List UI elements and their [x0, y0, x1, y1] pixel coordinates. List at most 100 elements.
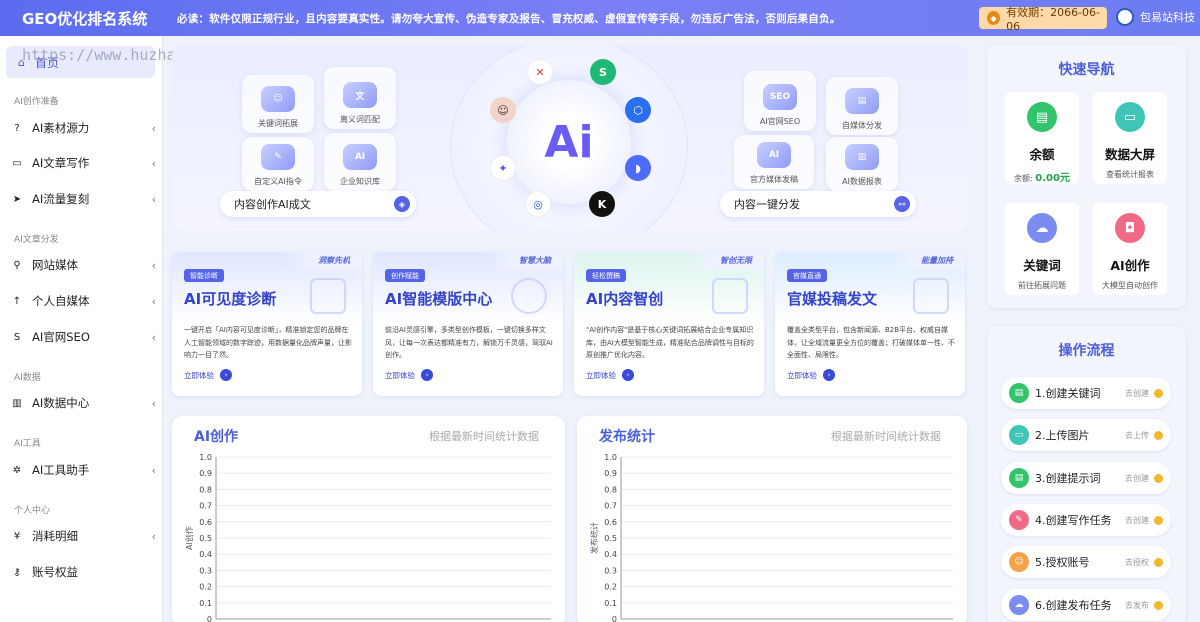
partner-logo-icon: ◎ — [525, 191, 551, 217]
card-ai-seo[interactable]: SEO AI官网SEO — [744, 71, 816, 131]
card-synonym-match[interactable]: 文离义词匹配 — [324, 67, 396, 129]
cloud-icon: ☁ — [1009, 595, 1029, 615]
sidebar-item-consumption[interactable]: ¥ 消耗明细 ‹ — [10, 525, 156, 547]
partner-logo-icon: ✦ — [490, 155, 516, 181]
step-create-keyword[interactable]: ▤ 1.创建关键词 去创建 — [1001, 377, 1171, 409]
ai-icon: AI — [343, 144, 377, 170]
sidebar-item-label: AI流量复刻 — [32, 192, 90, 206]
step-create-writing[interactable]: ✎ 4.创建写作任务 去创建 — [1001, 504, 1171, 536]
tile-sub: 大模型自动创作 — [1102, 281, 1158, 290]
tile-sub: 余额: 0.00元 — [1014, 169, 1070, 184]
card-label: 自媒体分发 — [842, 121, 882, 130]
sidebar-item-material[interactable]: ? AI素材源力 ‹ — [10, 117, 156, 139]
feature-card-content[interactable]: 轻松撰稿 智创无限 AI内容智创 "AI创作内容"是基于核心关键词拓展结合企业专… — [574, 252, 764, 396]
try-now-link[interactable]: 立即体验 › — [385, 369, 433, 381]
dot-icon — [1154, 515, 1163, 525]
sidebar-item-self-media[interactable]: ↑ 个人自媒体 ‹ — [10, 290, 156, 312]
card-ribbon: 洞察先机 — [284, 252, 362, 270]
sidebar-item-seo[interactable]: S AI官网SEO ‹ — [10, 326, 156, 348]
tile-keyword[interactable]: ☁ 关键词 前往拓展问题 — [1005, 203, 1079, 295]
pill-distribute[interactable]: 内容一键分发 ⚯ — [720, 191, 916, 217]
y-tick-label: 0 — [612, 615, 617, 622]
chevron-left-icon: ‹ — [151, 330, 156, 344]
y-axis-label: 发布统计 — [589, 522, 599, 554]
card-title: 官媒投稿发文 — [787, 290, 878, 308]
card-desc: 覆盖全类型平台，包含新闻源、B2B平台、权威自媒体，让全域流量更全方位的覆盖；打… — [787, 326, 955, 359]
user-menu[interactable]: 包易站科技 — [1116, 8, 1195, 26]
bag-icon: ◘ — [1115, 213, 1145, 243]
step-label: 2.上传图片 — [1035, 429, 1090, 442]
tile-ai-create[interactable]: ◘ AI创作 大模型自动创作 — [1093, 203, 1167, 295]
tile-name: 数据大屏 — [1104, 147, 1155, 162]
card-label: AI官网SEO — [759, 117, 801, 126]
card-keyword-expand[interactable]: ☺ 关键词拓展 — [242, 75, 314, 133]
step-action: 去创建 — [1125, 388, 1149, 398]
notice-text: 必读：软件仅限正规行业，且内容要真实性。请勿夸大宣传、伪造专家及报告、冒充权威、… — [177, 12, 841, 25]
step-action: 去创建 — [1125, 515, 1149, 525]
step-upload-image[interactable]: ▭ 2.上传图片 去上传 — [1001, 419, 1171, 451]
seo-icon: S — [13, 331, 21, 343]
y-tick-label: 0.6 — [604, 518, 617, 527]
dot-icon — [1154, 473, 1163, 483]
step-action: 去上传 — [1125, 430, 1149, 440]
step-label: 6.创建发布任务 — [1035, 599, 1112, 612]
network-icon — [913, 278, 949, 314]
card-ai-report[interactable]: ▥ AI数据报表 — [826, 137, 898, 191]
card-tag: 智能诊断 — [184, 269, 224, 282]
sidebar-item-data-center[interactable]: ▥ AI数据中心 ‹ — [10, 392, 156, 414]
panel-title: 快速导航 — [1058, 62, 1115, 78]
sidebar-item-label: AI素材源力 — [32, 121, 90, 135]
sidebar-item-tools[interactable]: ✲ AI工具助手 ‹ — [10, 459, 156, 481]
card-self-media[interactable]: ▤ 自媒体分发 — [826, 77, 898, 135]
sidebar-item-article[interactable]: ▭ AI文章写作 ‹ — [10, 152, 156, 174]
step-create-prompt[interactable]: ▤ 3.创建提示词 去创建 — [1001, 462, 1171, 494]
y-tick-label: 0.9 — [199, 469, 212, 478]
y-tick-label: 0.5 — [604, 534, 617, 543]
try-now-link[interactable]: 立即体验 › — [787, 369, 835, 381]
try-now-link[interactable]: 立即体验 › — [586, 369, 634, 381]
y-tick-label: 0.3 — [604, 566, 617, 575]
pill-content-create[interactable]: 内容创作AI成文 ◈ — [220, 191, 416, 217]
tile-balance[interactable]: ▤ 余额 余额: 0.00元 — [1005, 92, 1079, 184]
y-tick-label: 0.2 — [199, 583, 212, 592]
partner-logo-icon: K — [589, 191, 615, 217]
step-label: 5.授权账号 — [1035, 556, 1090, 569]
chart-ai-create: 0 0.1 0.2 0.3 0.4 0.5 0.6 0.7 0.8 0.9 1.0 AI创作 — [184, 453, 551, 622]
pill-label: 内容创作AI成文 — [234, 198, 311, 211]
card-tag: 官媒直通 — [787, 269, 827, 282]
card-ribbon: 智创无限 — [686, 252, 764, 270]
feature-card-visibility[interactable]: 智能诊断 洞察先机 AI可见度诊断 一键开启「AI内容可见度诊断」，精准锁定您的… — [172, 252, 362, 396]
sidebar-item-traffic[interactable]: ➤ AI流量复刻 ‹ — [10, 188, 156, 210]
monitor-icon: ▭ — [1115, 102, 1145, 132]
y-tick-label: 0.8 — [199, 485, 212, 494]
hero-banner: ☺ 关键词拓展 文离义词匹配 ✎ 自定义AI指令 AI 企业知识库 内容创作AI成文 ◈… — [172, 45, 968, 231]
step-action: 去创建 — [1125, 473, 1149, 483]
arrow-right-icon: › — [421, 369, 433, 381]
chart-publish: 0 0.1 0.2 0.3 0.4 0.5 0.6 0.7 0.8 0.9 1.0 发布统计 — [589, 453, 953, 622]
card-official-media[interactable]: AI 官方媒体发稿 — [734, 135, 814, 189]
chart-card-ai-create: AI创作 根据最新时间统计数据 0 0.1 0.2 0.3 0.4 0.5 0.6 0.7 0.… — [172, 416, 565, 622]
sidebar-item-account[interactable]: ⚷ 账号权益 — [10, 561, 156, 583]
sidebar-item-label: AI官网SEO — [32, 330, 90, 344]
tile-dashboard[interactable]: ▭ 数据大屏 查看统计报表 — [1093, 92, 1167, 184]
user-icon: ☺ — [1009, 552, 1029, 572]
yen-icon: ¥ — [13, 530, 21, 542]
feature-card-media[interactable]: 官媒直通 能量加持 官媒投稿发文 覆盖全类型平台，包含新闻源、B2B平台、权威自… — [775, 252, 965, 396]
card-custom-ai[interactable]: ✎ 自定义AI指令 — [242, 137, 314, 191]
card-desc: "AI创作内容"是基于核心关键词拓展结合企业专属知识库，由AI大模型智能生成，精… — [586, 326, 754, 359]
partner-logo-icon: ✕ — [527, 59, 553, 85]
tile-sub: 前往拓展问题 — [1018, 281, 1066, 290]
try-now-link[interactable]: 立即体验 › — [184, 369, 232, 381]
step-create-publish[interactable]: ☁ 6.创建发布任务 去发布 — [1001, 589, 1171, 621]
y-axis-label: AI创作 — [184, 526, 194, 550]
sidebar-item-site-media[interactable]: ⚲ 网站媒体 ‹ — [10, 254, 156, 276]
feature-card-template[interactable]: 创作赋能 智慧大脑 AI智能模版中心 前沿AI灵感引擎，多类型创作模板，一键切换… — [373, 252, 563, 396]
step-authorize[interactable]: ☺ 5.授权账号 去授权 — [1001, 546, 1171, 578]
expire-badge[interactable]: ◆ 有效期：2066-06-06 — [979, 6, 1107, 33]
card-knowledge-base[interactable]: AI 企业知识库 — [324, 133, 396, 191]
arrow-right-icon: › — [220, 369, 232, 381]
arrow-right-icon: › — [823, 369, 835, 381]
y-tick-label: 1.0 — [604, 453, 617, 462]
y-tick-label: 0.7 — [199, 502, 212, 511]
section-title: AI数据 — [14, 373, 41, 383]
